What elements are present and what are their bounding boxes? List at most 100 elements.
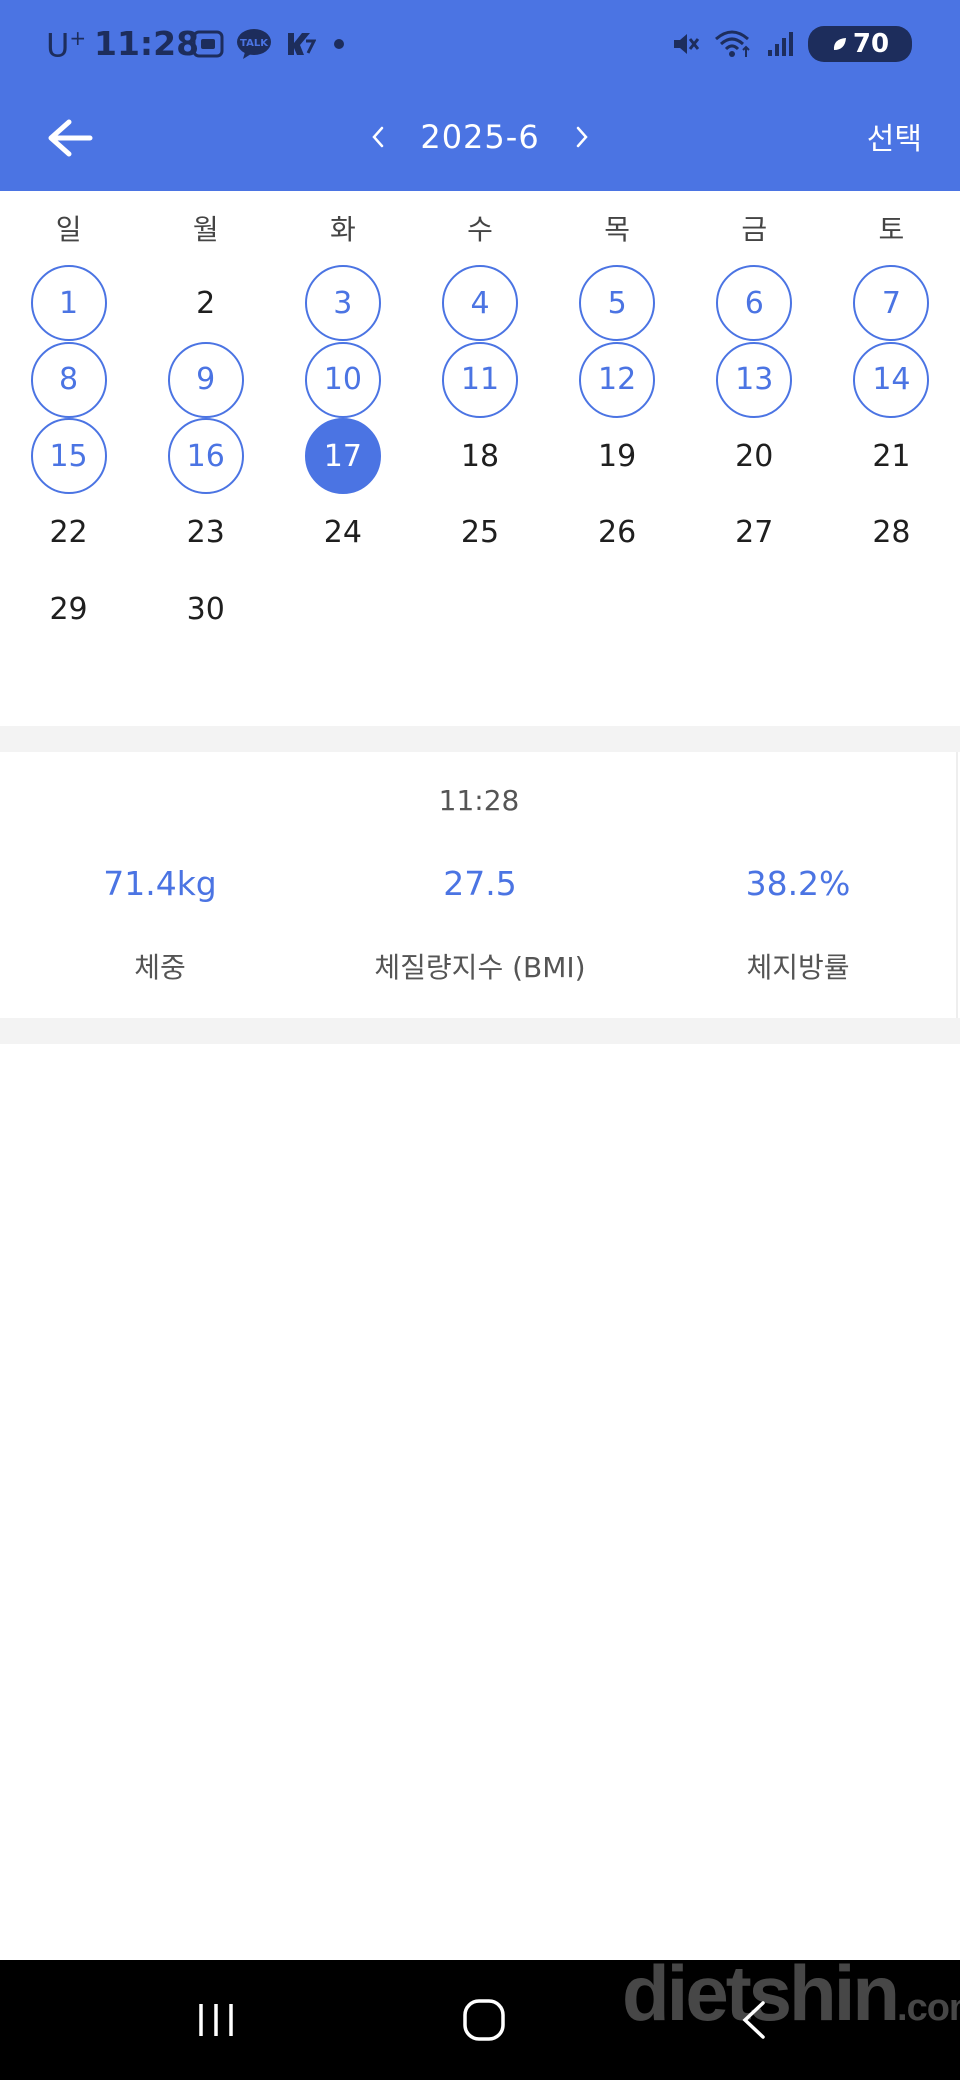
calendar-day-recorded[interactable]: 3 [304,265,381,342]
body-fat-value: 38.2% [745,864,851,903]
calendar-day[interactable]: 21 [853,418,929,494]
calendar-day[interactable]: 27 [716,495,792,571]
weight-label: 체중 [134,951,186,984]
month-title: 2025-6 [420,118,540,156]
header: U+ 11:28 TALK 70 2025-6 선택 [0,0,960,191]
chevron-right-icon [576,126,588,148]
calendar-day-recorded[interactable]: 12 [579,341,656,418]
section-divider-bottom [0,1018,960,1044]
calendar-day-cell: 25 [411,495,548,572]
metric-body-fat: 38.2% 체지방률 [638,860,958,986]
weekday-tue: 화 [329,213,356,246]
measurement-summary: 11:28 71.4kg 체중 27.5 체질량지수 (BMI) 38.2% 체… [0,752,958,1018]
metrics-row: 71.4kg 체중 27.5 체질량지수 (BMI) 38.2% 체지방률 [0,860,958,1010]
calendar-day-recorded[interactable]: 5 [579,265,656,342]
calendar-day-cell: 18 [411,418,548,495]
weekday-sun: 일 [55,213,82,246]
calendar-day-recorded[interactable]: 4 [441,265,518,342]
calendar-day-cell: 8 [0,341,137,419]
calendar-day-recorded[interactable]: 6 [716,265,793,342]
weekday-fri: 금 [741,213,768,246]
kakaotalk-icon: TALK [236,28,272,60]
calendar-day[interactable]: 30 [168,571,244,647]
carrier-label: U+ [46,26,87,65]
calendar-day[interactable]: 26 [579,495,655,571]
weekday-thu: 목 [604,213,631,246]
calendar-day-cell: 6 [686,265,823,342]
calendar-day-cell: 15 [0,418,137,495]
calendar-day-cell: 30 [137,571,274,648]
app-icon [284,29,316,59]
calendar-day[interactable]: 24 [305,495,381,571]
calendar-day[interactable]: 23 [168,495,244,571]
battery-icon: 70 [808,26,912,62]
calendar-day-cell: 12 [549,341,686,419]
calendar-day-cell: 22 [0,495,137,572]
measurement-time: 11:28 [438,784,520,817]
bmi-label: 체질량지수 (BMI) [374,951,586,984]
calendar-day-recorded[interactable]: 8 [30,341,107,418]
screenshot-icon [192,29,224,59]
calendar: 일 월 화 수 목 금 토 1 2 3 4 5 6 7 8 9 10 11 12 13 14 15 16 17 1… [0,191,960,726]
calendar-day[interactable]: 2 [168,265,244,341]
calendar-day-cell: 1 [0,265,137,342]
calendar-day[interactable]: 20 [716,418,792,494]
calendar-day-cell: 3 [274,265,411,342]
calendar-day[interactable]: 29 [31,571,107,647]
next-month-button[interactable] [564,107,600,167]
calendar-day-cell: 4 [411,265,548,342]
recent-apps-icon [199,2004,233,2036]
month-navigator: 2025-6 [360,102,600,172]
recent-apps-button[interactable] [176,1982,256,2058]
calendar-day-recorded[interactable]: 14 [853,341,930,418]
notification-icons: TALK [192,28,344,60]
metric-bmi: 27.5 체질량지수 (BMI) [320,860,640,986]
home-button[interactable] [444,1982,524,2058]
prev-month-button[interactable] [360,107,396,167]
weekday-sat: 토 [878,213,905,246]
calendar-day[interactable]: 18 [442,418,518,494]
status-bar: U+ 11:28 TALK 70 [0,0,960,92]
calendar-day-cell: 20 [686,418,823,495]
calendar-day[interactable]: 28 [853,495,929,571]
calendar-day-recorded[interactable]: 13 [716,341,793,418]
body-fat-label: 체지방률 [746,951,850,984]
calendar-day-recorded[interactable]: 9 [167,341,244,418]
weekday-wed: 수 [467,213,493,246]
calendar-day-recorded[interactable]: 10 [304,341,381,418]
calendar-day-recorded[interactable]: 1 [30,265,107,342]
calendar-day-recorded[interactable]: 16 [167,418,244,495]
calendar-day-cell: 5 [549,265,686,342]
calendar-day-selected[interactable]: 17 [304,418,381,495]
metric-weight: 71.4kg 체중 [0,860,320,986]
calendar-day-recorded[interactable]: 15 [30,418,107,495]
calendar-day-cell: 16 [137,418,274,495]
app-bar: 2025-6 선택 [0,92,960,191]
signal-icon [766,30,794,58]
select-button[interactable]: 선택 [867,114,922,158]
calendar-day-cell: 19 [549,418,686,495]
system-navigation-bar [0,1960,960,2080]
calendar-day-cell: 29 [0,571,137,648]
calendar-day-cell: 11 [411,341,548,419]
battery-level: 70 [852,29,890,59]
calendar-day[interactable]: 25 [442,495,518,571]
calendar-day[interactable]: 19 [579,418,655,494]
calendar-day-cell: 26 [549,495,686,572]
calendar-day[interactable]: 22 [31,495,107,571]
calendar-day-cell: 10 [274,341,411,419]
svg-text:TALK: TALK [240,38,269,49]
mute-icon [670,29,700,59]
home-icon [463,1999,505,2041]
back-button[interactable] [42,110,98,166]
status-time: 11:28 [94,24,200,63]
calendar-day-cell: 27 [686,495,823,572]
calendar-day-cell: 13 [686,341,823,419]
calendar-day-cell: 7 [823,265,960,342]
calendar-day-recorded[interactable]: 11 [441,341,518,418]
calendar-day-recorded[interactable]: 7 [853,265,930,342]
system-back-button[interactable] [714,1982,794,2058]
chevron-left-icon [372,126,384,148]
calendar-day-cell: 23 [137,495,274,572]
calendar-day-cell: 9 [137,341,274,419]
